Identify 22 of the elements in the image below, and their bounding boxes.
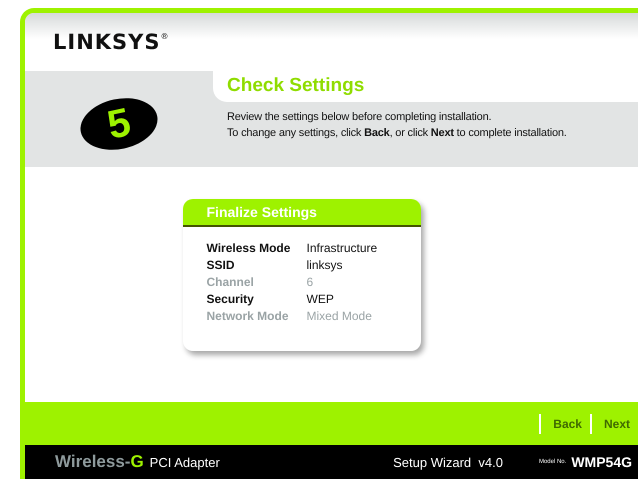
instruction-text: To change any settings, click Back, or click Next to complete installation. [226, 126, 568, 141]
next-button[interactable]: Next [592, 416, 638, 430]
setting-value: linksys [306, 258, 344, 272]
setting-value: 6 [306, 275, 314, 289]
setting-value: Infrastructure [306, 241, 378, 255]
setting-value: WEP [306, 292, 335, 306]
setting-label: SSID [206, 258, 236, 272]
instruction-text: Review the settings below before completing installation. [226, 110, 492, 125]
brand-name: Wireless- [55, 452, 130, 472]
logo: LINKSYS® [53, 30, 170, 54]
back-button[interactable]: Back [541, 416, 590, 430]
setting-label: Security [206, 292, 255, 306]
setting-label: Network Mode [206, 309, 290, 323]
product-name: PCI Adapter [150, 454, 220, 470]
step-title: Check Settings [227, 75, 364, 97]
setting-label: Wireless Mode [206, 241, 292, 255]
wizard-version: Setup Wizard v4.0 [393, 454, 503, 470]
setting-label: Channel [206, 275, 255, 289]
panel-title: Finalize Settings [182, 199, 420, 227]
model-number: WMP54G [571, 454, 632, 470]
setting-value: Mixed Mode [306, 309, 373, 323]
brand-suffix: G [130, 452, 144, 472]
